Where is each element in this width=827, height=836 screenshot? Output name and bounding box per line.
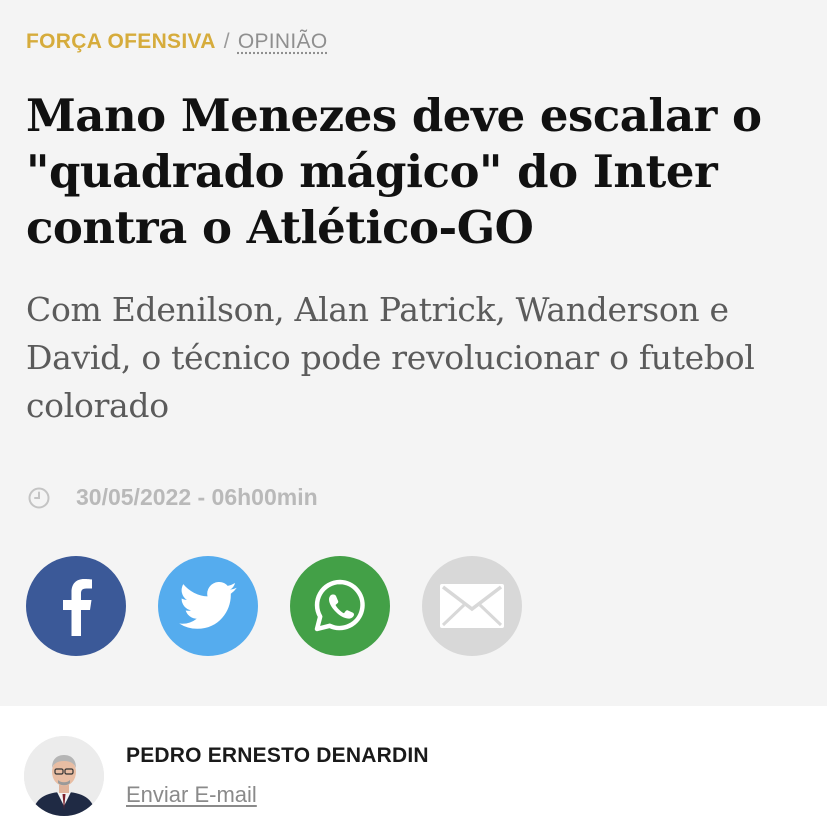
breadcrumb-section-link[interactable]: FORÇA OFENSIVA (26, 30, 216, 53)
article-timestamp: 30/05/2022 - 06h00min (28, 484, 318, 511)
author-name: PEDRO ERNESTO DENARDIN (126, 744, 429, 767)
clock-icon (28, 487, 50, 508)
share-facebook-button[interactable] (26, 556, 126, 656)
twitter-icon (179, 582, 237, 629)
share-twitter-button[interactable] (158, 556, 258, 656)
author-section: PEDRO ERNESTO DENARDIN Enviar E-mail (0, 706, 827, 836)
author-email-link[interactable]: Enviar E-mail (126, 782, 257, 808)
article-header: FORÇA OFENSIVA / OPINIÃO Mano Menezes deve… (0, 0, 827, 706)
email-icon (440, 584, 504, 628)
share-buttons (26, 556, 522, 656)
timestamp-text: 30/05/2022 - 06h00min (76, 484, 318, 510)
breadcrumb-separator: / (223, 30, 230, 53)
author-portrait-icon (24, 736, 104, 816)
article-subtitle: Com Edenilson, Alan Patrick, Wanderson e… (26, 290, 755, 425)
breadcrumb-subsection-link[interactable]: OPINIÃO (238, 30, 328, 53)
author-avatar (24, 736, 104, 816)
share-whatsapp-button[interactable] (290, 556, 390, 656)
breadcrumb: FORÇA OFENSIVA / OPINIÃO (26, 30, 327, 54)
facebook-icon (63, 579, 92, 636)
article-headline: Mano Menezes deve escalar o "quadrado má… (26, 89, 762, 254)
whatsapp-icon (314, 579, 365, 632)
share-email-button[interactable] (422, 556, 522, 656)
